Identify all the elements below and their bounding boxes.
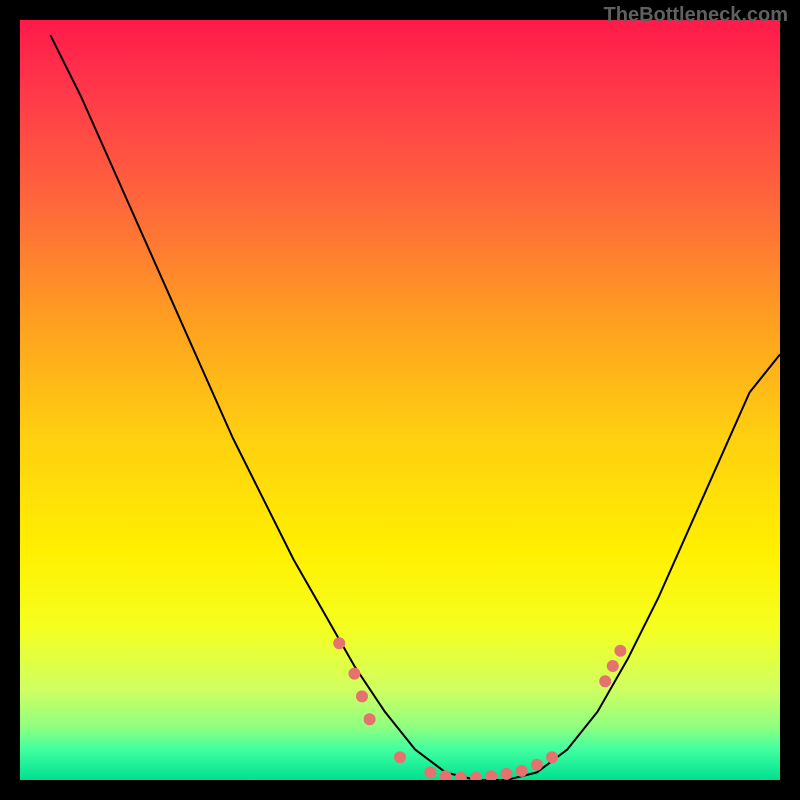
data-marker [531,759,543,771]
data-marker [455,772,467,780]
data-marker [599,675,611,687]
data-marker [440,770,452,780]
data-marker [356,690,368,702]
attribution-text: TheBottleneck.com [604,4,788,27]
chart-svg [20,20,780,780]
data-marker [607,660,619,672]
data-marker [516,765,528,777]
data-marker [470,772,482,780]
data-marker [348,668,360,680]
data-marker [424,766,436,778]
data-marker [546,751,558,763]
data-marker [500,768,512,780]
data-marker [485,770,497,780]
data-marker [614,645,626,657]
data-marker [394,751,406,763]
chart-plot-area [20,20,780,780]
markers-group [333,637,626,780]
data-marker [333,637,345,649]
curve-line [50,35,780,780]
data-marker [364,713,376,725]
